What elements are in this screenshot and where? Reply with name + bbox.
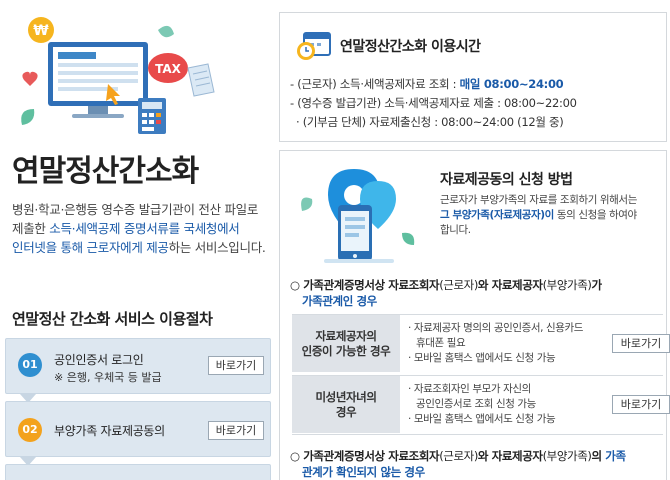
desc-line: 합니다. [440, 224, 471, 236]
login-shortcut-button[interactable]: 바로가기 [208, 356, 264, 375]
case-text: 가 [591, 278, 603, 292]
option-body-text: 휴대폰 필요 [416, 337, 466, 349]
consent-shortcut-button[interactable]: 바로가기 [208, 421, 264, 440]
heart-icon [22, 71, 38, 86]
desc-line: 동의 신청을 하여야 [553, 209, 637, 221]
calendar-clock-icon [297, 32, 331, 60]
steps-section-title: 연말정산 간소화 서비스 이용절차 [12, 310, 213, 328]
service-hours-title: 연말정산간소화 이용시간 [340, 39, 481, 55]
hours-line-employee: - (근로자) 소득·세액공제자료 조회 : 매일 08:00~24:00 [290, 76, 564, 92]
option-header: 자료제공자의 인증이 가능한 경우 [292, 315, 400, 372]
option-header-text: 인증이 가능한 경우 [301, 343, 391, 358]
hours-label: - (근로자) 소득·세액공제자료 조회 : [290, 77, 460, 91]
option-body: · 자료조회자인 부모가 자신의 공인인증서로 조회 신청 가능 · 모바일 홈… [408, 382, 598, 427]
option-body-text: · 모바일 홈택스 앱에서도 신청 가능 [408, 352, 556, 364]
consent-method-box: 자료제공동의 신청 방법 근로자가 부양가족의 자료를 조회하기 위해서는 그 … [279, 150, 670, 480]
step-item: 01 공인인증서 로그인 ※ 은행, 우체국 등 발급 바로가기 [5, 338, 271, 394]
receipt-icon [187, 63, 215, 97]
phone-location-illustration [301, 169, 415, 263]
service-description: 병원·학교·은행등 영수증 발급기관이 전산 파일로 제출한 소득·세액공제 증… [12, 200, 274, 257]
leaf-icon [21, 109, 35, 125]
consent-option-row: 자료제공자의 인증이 가능한 경우 · 자료제공자 명의의 공인인증서, 신용카드… [292, 314, 670, 372]
case-text: 와 자료제공자 [477, 449, 543, 463]
case-text: ○ 가족관계증명서상 자료조회자 [290, 449, 440, 463]
desc-line: 병원·학교·은행등 영수증 발급기관이 전산 파일로 [12, 202, 259, 217]
case-text: (근로자) [439, 278, 478, 292]
hero-illustration: ₩ TAX [21, 17, 215, 134]
consent-method-title: 자료제공동의 신청 방법 [440, 172, 573, 188]
case-text: (부양가족) [542, 278, 592, 292]
option-body-text: · 자료제공자 명의의 공인인증서, 신용카드 [408, 322, 584, 334]
step-item [5, 464, 271, 480]
tax-label: TAX [155, 62, 182, 76]
consent-option-row: 미성년자녀의 경우 · 자료조회자인 부모가 자신의 공인인증서로 조회 신청 가… [292, 375, 670, 433]
case-text: (근로자) [439, 449, 478, 463]
won-coin-symbol: ₩ [33, 23, 49, 39]
service-hours-box: 연말정산간소화 이용시간 - (근로자) 소득·세액공제자료 조회 : 매일 0… [279, 12, 667, 142]
desc-line: 하는 서비스입니다. [168, 240, 266, 255]
option-header-text: 경우 [335, 404, 357, 419]
option-body-text: 공인인증서로 조회 신청 가능 [416, 398, 536, 410]
table-bottom-divider [292, 434, 663, 435]
step-note: ※ 은행, 우체국 등 발급 [54, 371, 162, 384]
option-body-text: · 모바일 홈택스 앱에서도 신청 가능 [408, 413, 556, 425]
step-label: 공인인증서 로그인 [54, 353, 144, 367]
left-panel: ₩ TAX 연말정산간소화 병원·학교·은행등 영수증 발급기관이 전산 파일로… [0, 0, 272, 480]
option-header-text: 미성년자녀의 [315, 389, 377, 404]
case-highlight: 관계가 확인되지 않는 경우 [302, 465, 425, 479]
desc-highlight: 인터넷을 통해 근로자에게 제공 [12, 240, 169, 255]
minor-child-shortcut-button[interactable]: 바로가기 [612, 395, 670, 414]
option-header-text: 자료제공자의 [315, 328, 377, 343]
hours-line-donation: · (기부금 단체) 자료제출신청 : 08:00~24:00 (12월 중) [296, 115, 564, 129]
case-family-unconfirmed: ○ 가족관계증명서상 자료조회자(근로자)와 자료제공자(부양가족)의 가족 관… [290, 448, 662, 480]
desc-highlight: 소득·세액공제 증명서류를 국세청에서 [49, 221, 240, 236]
option-body: · 자료제공자 명의의 공인인증서, 신용카드 휴대폰 필요 · 모바일 홈택스… [408, 321, 598, 366]
certified-consent-shortcut-button[interactable]: 바로가기 [612, 334, 670, 353]
hours-line-issuer: - (영수증 발급기관) 소득·세액공제자료 제출 : 08:00~22:00 [290, 96, 577, 110]
case-family-confirmed: ○ 가족관계증명서상 자료조회자(근로자)와 자료제공자(부양가족)가 가족관계… [290, 277, 662, 309]
leaf-icon [158, 25, 174, 38]
step-label: 부양가족 자료제공동의 [54, 424, 165, 438]
case-text: 의 [591, 449, 606, 463]
case-text: 와 자료제공자 [477, 278, 543, 292]
case-text: (부양가족) [542, 449, 592, 463]
option-header: 미성년자녀의 경우 [292, 376, 400, 433]
desc-line: 근로자가 부양가족의 자료를 조회하기 위해서는 [440, 194, 637, 206]
step-item: 02 부양가족 자료제공동의 바로가기 [5, 401, 271, 457]
case-highlight: 가족 [605, 449, 626, 463]
consent-method-desc: 근로자가 부양가족의 자료를 조회하기 위해서는 그 부양가족(자료제공자)이 … [440, 193, 662, 238]
desc-highlight: 그 부양가족(자료제공자)이 [440, 209, 554, 221]
case-highlight: 가족관계인 경우 [302, 294, 377, 308]
step-number-badge: 01 [18, 353, 42, 377]
case-text: ○ 가족관계증명서상 자료조회자 [290, 278, 440, 292]
hours-value: 매일 08:00~24:00 [459, 77, 564, 91]
option-body-text: · 자료조회자인 부모가 자신의 [408, 383, 531, 395]
step-number-badge: 02 [18, 418, 42, 442]
page-title: 연말정산간소화 [12, 154, 199, 189]
desc-line: 제출한 [12, 221, 50, 236]
